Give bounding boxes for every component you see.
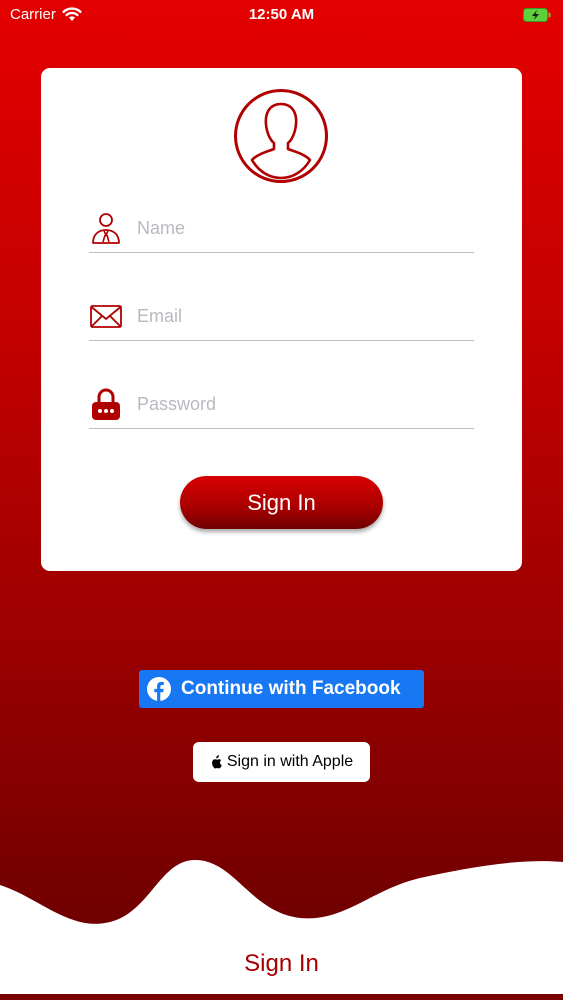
password-field — [89, 383, 474, 429]
sign-in-button[interactable]: Sign In — [180, 476, 383, 529]
facebook-button-label: Continue with Facebook — [181, 678, 401, 699]
user-avatar-icon — [234, 89, 328, 183]
lock-icon — [92, 388, 120, 420]
apple-button-label: Sign in with Apple — [226, 753, 354, 770]
email-field — [89, 295, 474, 341]
facebook-icon — [147, 677, 171, 701]
name-input[interactable] — [137, 209, 467, 247]
person-icon — [92, 213, 120, 244]
continue-with-facebook-button[interactable]: Continue with Facebook — [139, 670, 424, 708]
status-bar: Carrier 12:50 AM — [0, 0, 563, 30]
sign-in-footer-title: Sign In — [244, 950, 319, 977]
password-input[interactable] — [137, 385, 467, 423]
battery-icon — [523, 8, 551, 22]
status-time: 12:50 AM — [248, 6, 315, 23]
email-input[interactable] — [137, 297, 467, 335]
name-field — [89, 207, 474, 253]
sign-in-with-apple-button[interactable]: Sign in with Apple — [193, 742, 370, 782]
apple-icon — [211, 755, 222, 769]
mail-icon — [90, 305, 122, 328]
login-card: Sign In — [41, 68, 522, 571]
bottom-edge-bar — [0, 994, 563, 1000]
